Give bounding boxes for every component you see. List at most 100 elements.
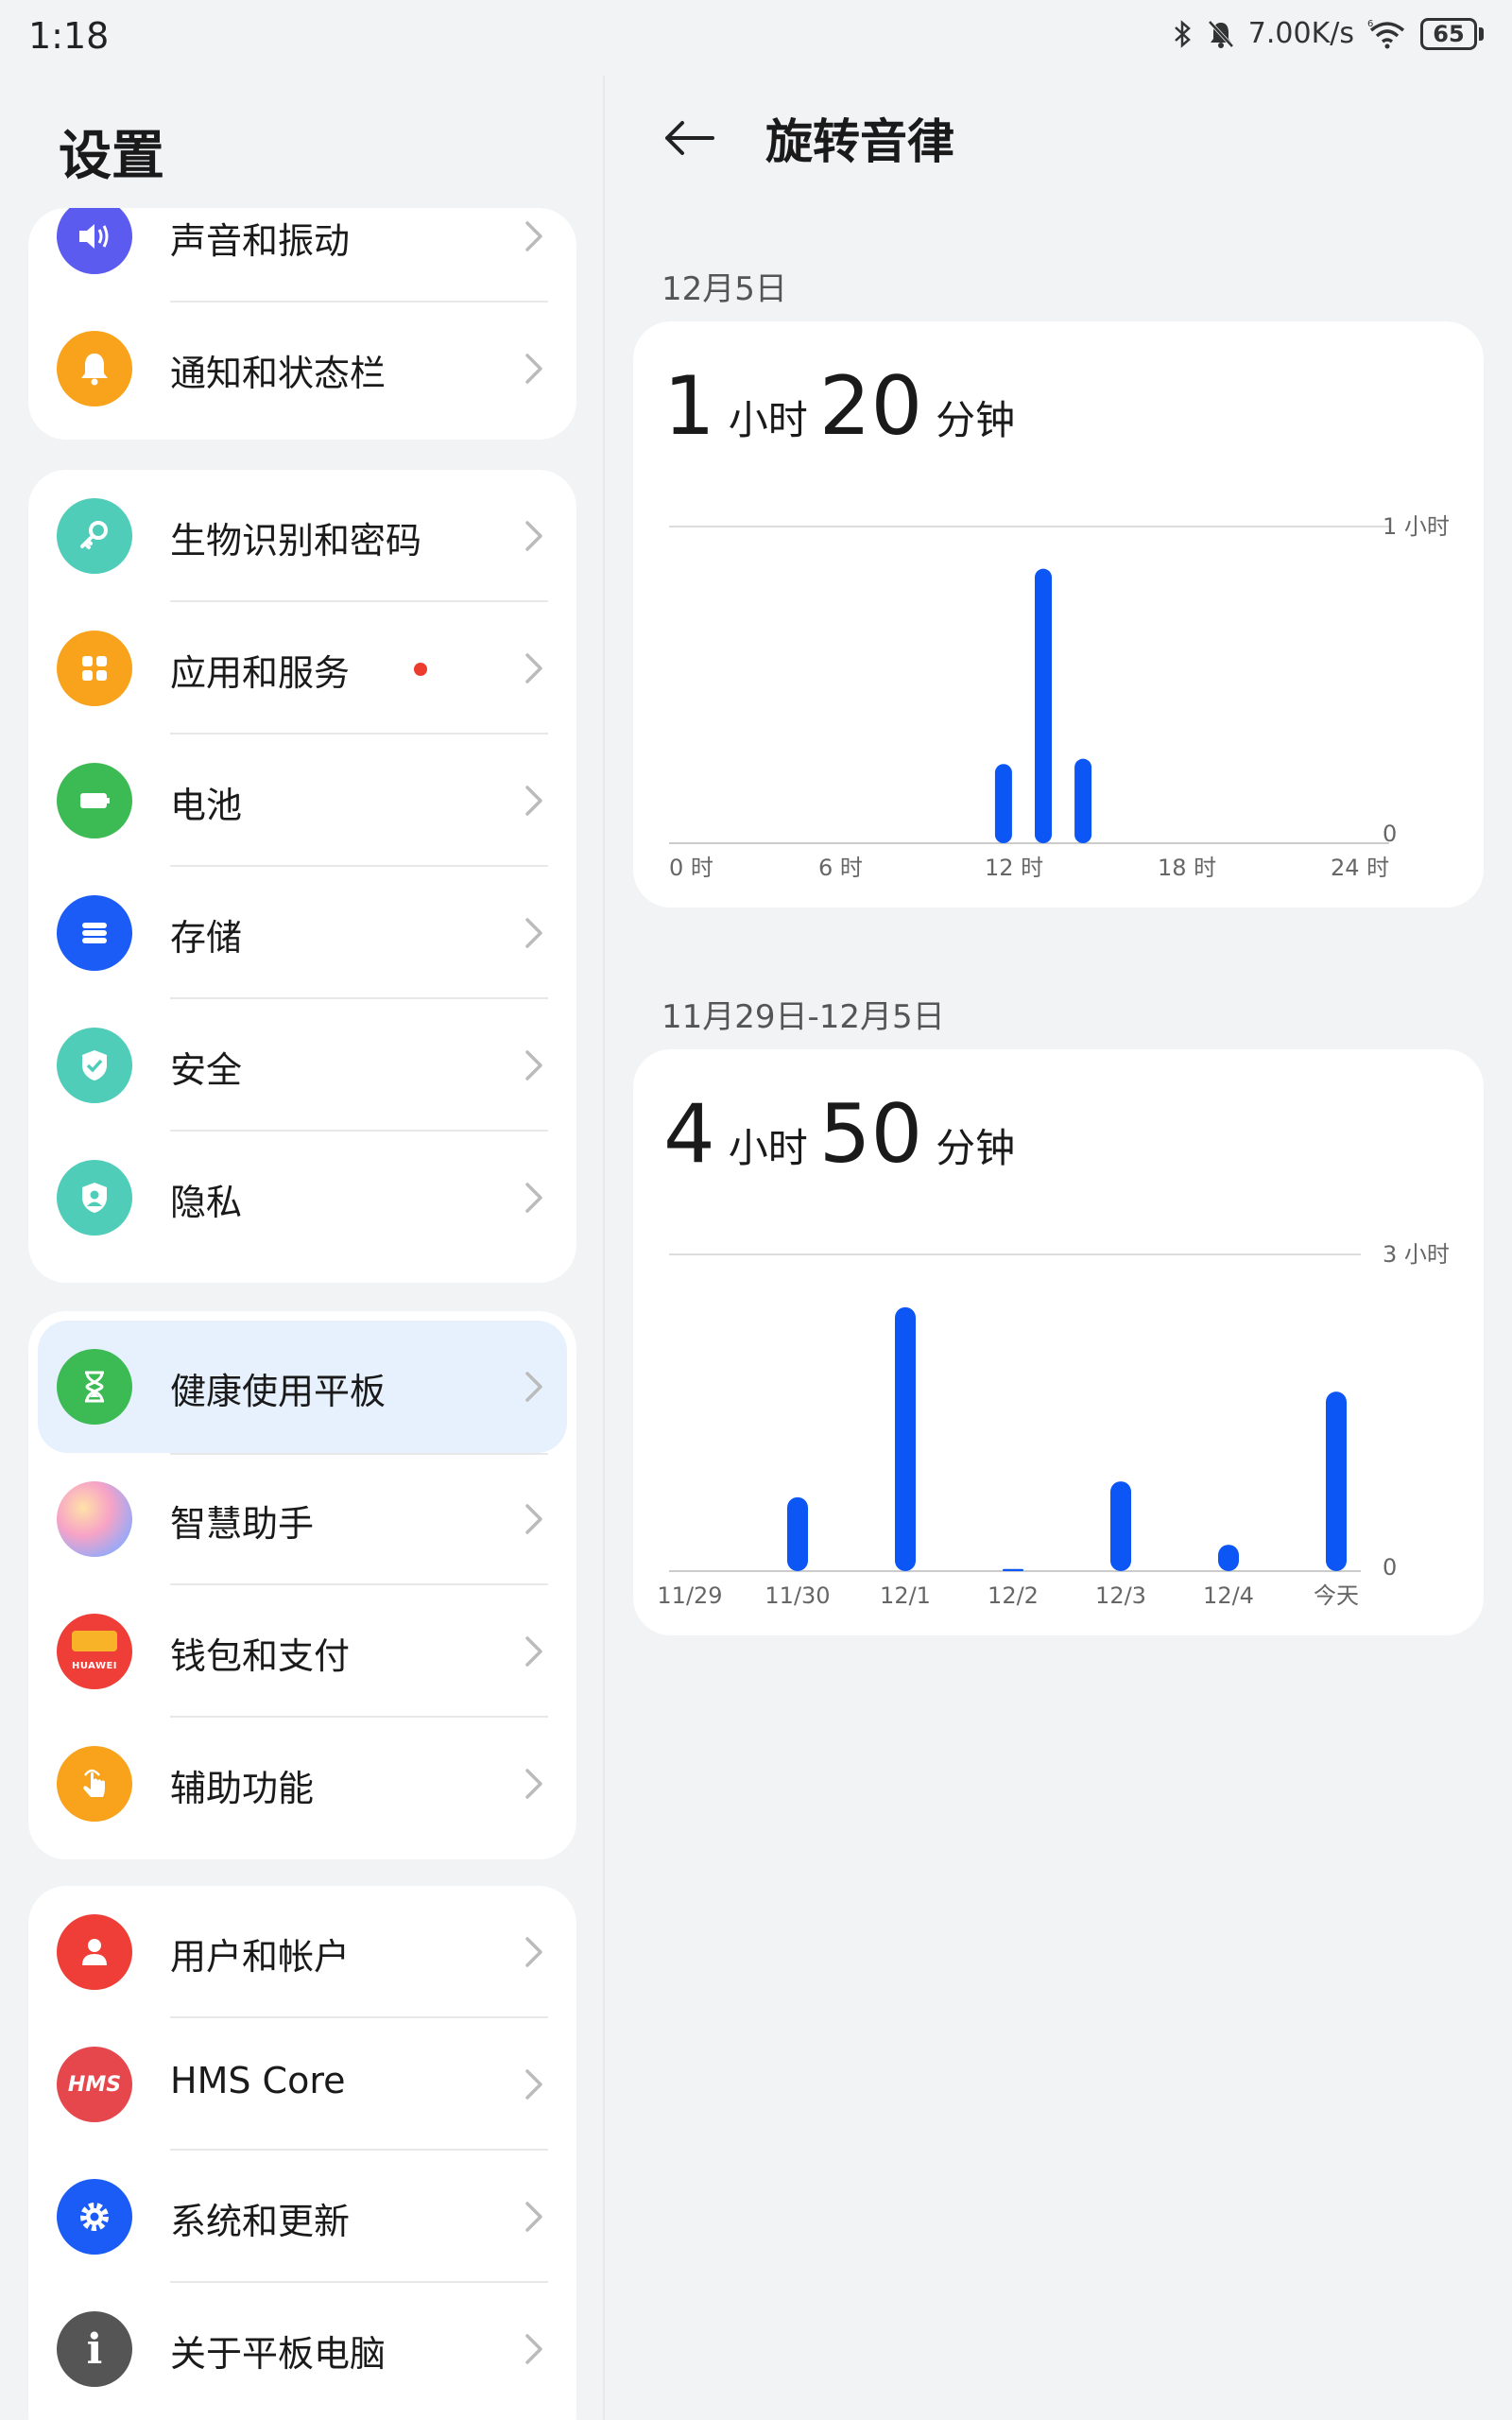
sidebar-item-icon: HMS: [57, 2047, 132, 2122]
x-tick-label: 12/4: [1203, 1582, 1254, 1609]
sidebar-item-label: 关于平板电脑: [170, 2333, 387, 2375]
weekly-date: 11月29日-12月5日: [662, 998, 945, 1036]
sidebar-item[interactable]: 系统和更新: [28, 2151, 576, 2283]
hourglass-icon: [85, 1371, 104, 1403]
sidebar-item-icon: [57, 1349, 132, 1425]
sidebar-item[interactable]: 存储: [28, 867, 576, 999]
sidebar-item-label: 电池: [170, 785, 243, 826]
sidebar-item[interactable]: 应用和服务: [28, 602, 576, 735]
detail-title: 旋转音律: [765, 114, 954, 169]
daily-date: 12月5日: [662, 270, 787, 308]
y-min-label: 0: [1383, 821, 1397, 847]
weekly-usage-card: 4 小时 50 分钟 3 小时 0 11/29 11/30 12/1 12/2 12/3 12/4 今…: [633, 1049, 1484, 1635]
chevron-right-icon: [525, 1769, 542, 1799]
pane-divider: [603, 76, 605, 2420]
chart-bar: [994, 764, 1012, 843]
sidebar-item-icon: [57, 208, 132, 274]
sidebar-item-icon: [57, 895, 132, 971]
chevron-right-icon: [525, 221, 542, 251]
status-time: 1:18: [28, 15, 110, 57]
weekly-usage-chart: 3 小时 0 11/29 11/30 12/1 12/2 12/3 12/4 今天: [657, 1241, 1450, 1609]
battery-indicator: 65: [1420, 17, 1484, 50]
speaker-icon: [79, 224, 109, 249]
storage-icon: [82, 923, 107, 943]
sidebar-item[interactable]: 健康使用平板: [38, 1321, 567, 1453]
sidebar-item[interactable]: 用户和帐户: [28, 1886, 576, 2018]
sidebar-item-label: 通知和状态栏: [170, 353, 387, 394]
chevron-right-icon: [525, 786, 542, 816]
sidebar-item-icon: [57, 1481, 132, 1557]
sidebar-item-label: 智慧助手: [170, 1503, 315, 1545]
sidebar-item-icon: [57, 763, 132, 838]
sidebar-item-icon: [57, 1914, 132, 1990]
sidebar-item[interactable]: 生物识别和密码: [28, 470, 576, 602]
privacy-icon: [82, 1183, 107, 1213]
sidebar-item[interactable]: 安全: [28, 999, 576, 1132]
sidebar-item[interactable]: HUAWEI 钱包和支付: [28, 1585, 576, 1718]
x-tick-label: 12 时: [985, 855, 1043, 881]
sidebar-item-icon: HUAWEI: [57, 1614, 132, 1689]
sidebar-item[interactable]: 辅助功能: [28, 1718, 576, 1850]
sidebar-item[interactable]: 声音和振动: [28, 208, 576, 302]
sidebar-item-icon: [57, 1746, 132, 1822]
apps-icon: [82, 656, 107, 681]
sidebar-item-label: 辅助功能: [170, 1768, 315, 1809]
x-tick-label: 12/2: [988, 1582, 1039, 1609]
back-button[interactable]: [662, 110, 718, 166]
sidebar-item-icon: [57, 2179, 132, 2255]
settings-sidebar: 设置 声音和振动通知和状态栏 生物识别和密码应用和服务电池存储 安全隐私健康使用平板…: [0, 76, 603, 2420]
chevron-right-icon: [525, 2202, 542, 2232]
status-icons: 7.00K/s 6 65: [1173, 17, 1484, 50]
settings-title: 设置: [59, 126, 164, 187]
sidebar-item[interactable]: 电池: [28, 735, 576, 867]
chevron-right-icon: [525, 918, 542, 948]
chevron-right-icon: [525, 2069, 542, 2100]
sidebar-item-icon: [57, 331, 132, 406]
sidebar-item-label: 用户和帐户: [170, 1936, 351, 1978]
chevron-right-icon: [525, 521, 542, 551]
sidebar-item-label: 声音和振动: [170, 220, 351, 262]
shield-check-icon: [82, 1050, 107, 1080]
sidebar-item-label: 隐私: [170, 1182, 243, 1223]
x-tick-label: 11/29: [657, 1582, 722, 1609]
x-tick-label: 6 时: [818, 855, 863, 881]
hms-icon: HMS: [67, 2072, 122, 2097]
settings-group: 生物识别和密码应用和服务电池存储 安全隐私: [28, 470, 576, 1283]
sidebar-item-label: 生物识别和密码: [170, 520, 422, 562]
chevron-right-icon: [525, 354, 542, 384]
x-tick-label: 11/30: [765, 1582, 830, 1609]
gear-icon: [80, 2203, 109, 2231]
key-icon: [80, 521, 108, 549]
y-min-label: 0: [1383, 1554, 1397, 1581]
chevron-right-icon: [525, 1937, 542, 1967]
x-tick-label: 0 时: [669, 855, 713, 881]
sidebar-item-label: 钱包和支付: [170, 1635, 351, 1677]
sidebar-item[interactable]: 隐私: [28, 1132, 576, 1264]
sidebar-item[interactable]: HMS HMS Core: [28, 2018, 576, 2151]
x-tick-label: 今天: [1314, 1582, 1359, 1609]
wifi-icon: 6: [1367, 19, 1405, 48]
chevron-right-icon: [525, 653, 542, 683]
sidebar-item-icon: [57, 1160, 132, 1236]
daily-usage-card: 1 小时 20 分钟 1 小时 0 0 时6 时 12 时 18 时 24 时: [633, 321, 1484, 908]
sidebar-item-icon: [57, 1028, 132, 1103]
chevron-right-icon: [525, 1636, 542, 1667]
chart-bar: [1003, 1568, 1023, 1571]
status-bar: 1:18 7.00K/s 6 65: [0, 0, 1512, 76]
svg-text:6: 6: [1367, 19, 1373, 29]
detail-header: 旋转音律: [662, 104, 954, 172]
sidebar-item[interactable]: 智慧助手: [28, 1453, 576, 1585]
sidebar-item-label: 健康使用平板: [170, 1371, 387, 1412]
sidebar-item-icon: [57, 498, 132, 574]
info-icon: i: [86, 2325, 103, 2374]
chevron-right-icon: [525, 1050, 542, 1080]
wallet-card-stripe: [72, 1631, 117, 1651]
chevron-right-icon: [525, 2334, 542, 2364]
y-max-label: 3 小时: [1383, 1241, 1450, 1268]
bell-icon: [81, 354, 108, 386]
notification-dot: [414, 663, 427, 676]
sidebar-item[interactable]: i 关于平板电脑: [28, 2283, 576, 2415]
x-tick-label: 12/1: [880, 1582, 931, 1609]
x-tick-label: 24 时: [1331, 855, 1389, 881]
sidebar-item[interactable]: 通知和状态栏: [28, 302, 576, 435]
